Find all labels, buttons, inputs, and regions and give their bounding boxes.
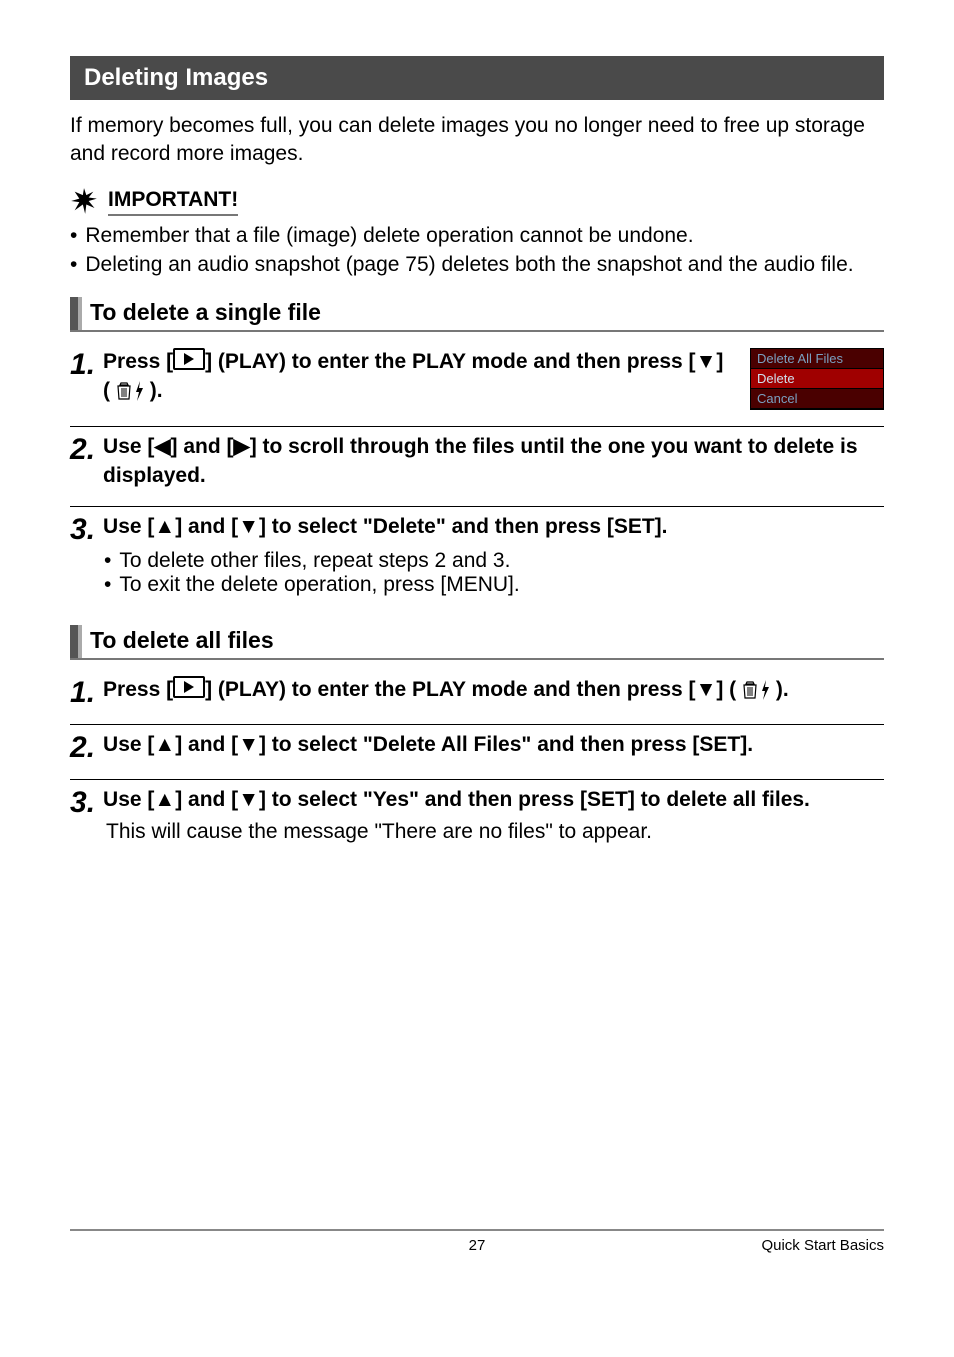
section-title: Deleting Images [70, 56, 884, 100]
subsection-bar [70, 625, 78, 658]
step-number-3: 3 [70, 786, 95, 818]
step-number-1: 1 [70, 348, 95, 380]
down-arrow-icon: ▼ [238, 731, 259, 759]
up-arrow-icon: ▲ [154, 731, 175, 759]
s1-step3-sub1: To delete other files, repeat steps 2 an… [119, 549, 510, 573]
trash-flash-icon [742, 680, 770, 700]
subsection-delete-single: To delete a single file [70, 297, 884, 332]
play-icon [173, 676, 205, 698]
s1-step3-text: Use [▲] and [▼] to select "Delete" and t… [103, 513, 884, 541]
s2-step3-note: This will cause the message "There are n… [106, 820, 884, 844]
s1-step3-sub2: To exit the delete operation, press [MEN… [119, 573, 519, 597]
subsection2-title: To delete all files [82, 625, 274, 658]
burst-icon [70, 187, 98, 217]
s2-step3-text: Use [▲] and [▼] to select "Yes" and then… [103, 786, 884, 814]
down-arrow-icon: ▼ [238, 786, 259, 814]
bullet: • [104, 549, 111, 573]
left-arrow-icon: ◀ [154, 433, 170, 461]
trash-flash-icon [116, 381, 144, 401]
menu-opt-delete: Delete [751, 369, 883, 389]
play-icon [173, 348, 205, 370]
bullet: • [70, 221, 77, 250]
important-list: • Remember that a file (image) delete ope… [70, 221, 884, 280]
intro-text: If memory becomes full, you can delete i… [70, 112, 884, 169]
footer-section: Quick Start Basics [761, 1237, 884, 1254]
down-arrow-icon: ▼ [238, 513, 259, 541]
bullet: • [104, 573, 111, 597]
s1-step2-text: Use [◀] and [▶] to scroll through the fi… [103, 433, 884, 490]
important-item-2: Deleting an audio snapshot (page 75) del… [85, 250, 853, 279]
subsection1-title: To delete a single file [82, 297, 321, 330]
s2-step1-text: Press [] (PLAY) to enter the PLAY mode a… [103, 676, 884, 704]
up-arrow-icon: ▲ [154, 513, 175, 541]
page-number: 27 [469, 1237, 486, 1254]
step-number-2: 2 [70, 731, 95, 763]
s2-step2-text: Use [▲] and [▼] to select "Delete All Fi… [103, 731, 884, 759]
subsection-bar [70, 297, 78, 330]
page-footer: 27 Quick Start Basics [70, 1229, 884, 1254]
delete-menu-preview: Delete All Files Delete Cancel [750, 348, 884, 410]
step-number-1: 1 [70, 676, 95, 708]
subsection-delete-all: To delete all files [70, 625, 884, 660]
menu-opt-cancel: Cancel [751, 389, 883, 409]
bullet: • [70, 250, 77, 279]
menu-opt-delete-all: Delete All Files [751, 349, 883, 369]
down-arrow-icon: ▼ [696, 348, 717, 376]
important-item-1: Remember that a file (image) delete oper… [85, 221, 693, 250]
step-number-2: 2 [70, 433, 95, 465]
important-heading: IMPORTANT! [70, 187, 884, 217]
step-number-3: 3 [70, 513, 95, 545]
up-arrow-icon: ▲ [154, 786, 175, 814]
right-arrow-icon: ▶ [234, 433, 250, 461]
down-arrow-icon: ▼ [696, 676, 717, 704]
s1-step1-text: Press [] (PLAY) to enter the PLAY mode a… [103, 348, 726, 405]
important-label: IMPORTANT! [108, 188, 238, 216]
